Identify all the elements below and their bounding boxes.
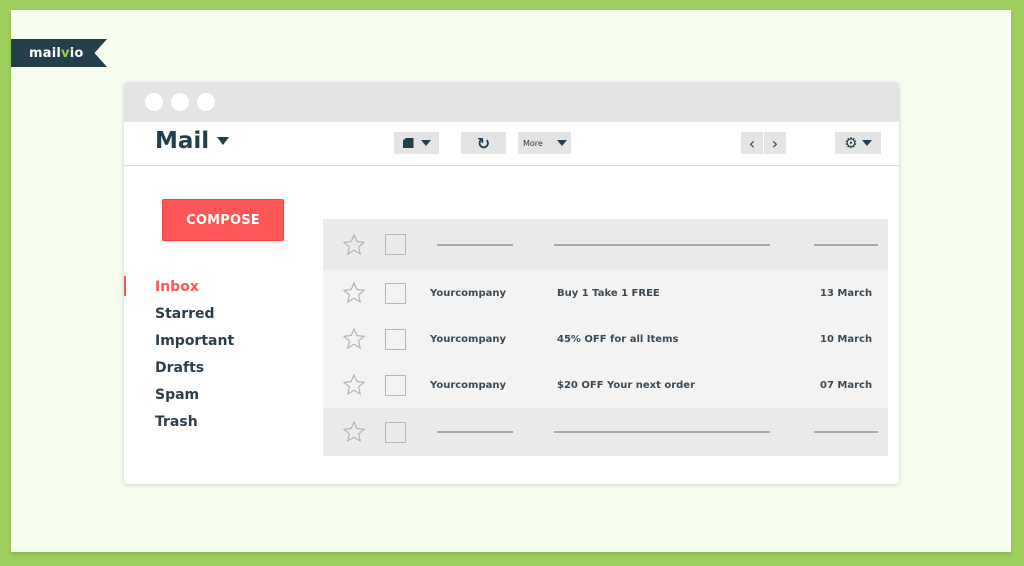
placeholder-line bbox=[554, 431, 770, 433]
chevron-down-icon bbox=[557, 140, 567, 146]
more-label: More bbox=[523, 138, 543, 148]
nav-item-spam[interactable]: Spam bbox=[124, 382, 314, 409]
compose-button[interactable]: COMPOSE bbox=[162, 199, 284, 241]
folder-nav: Inbox Starred Important Drafts Spam Tras… bbox=[124, 274, 314, 436]
select-checkbox[interactable] bbox=[385, 374, 406, 396]
previous-page-button[interactable]: ‹ bbox=[741, 132, 763, 154]
nav-item-trash[interactable]: Trash bbox=[124, 409, 314, 436]
placeholder-line bbox=[554, 243, 770, 246]
email-subject: Buy 1 Take 1 FREE bbox=[557, 287, 660, 299]
window-dot-icon[interactable] bbox=[171, 93, 189, 111]
logo-text: mailvio bbox=[29, 45, 84, 61]
placeholder-line bbox=[437, 243, 513, 246]
window-titlebar bbox=[124, 82, 899, 122]
gear-icon: ⚙ bbox=[844, 134, 858, 152]
email-date: 13 March bbox=[820, 287, 873, 299]
mail-toolbar: Mail ↻ More ‹ › ⚙ bbox=[124, 122, 899, 166]
star-icon[interactable] bbox=[342, 233, 366, 257]
chevron-left-icon: ‹ bbox=[748, 133, 756, 153]
more-dropdown-button[interactable]: More bbox=[518, 132, 571, 154]
chevron-down-icon bbox=[420, 140, 431, 146]
mail-menu-dropdown[interactable]: Mail bbox=[155, 128, 230, 154]
window-dot-icon[interactable] bbox=[197, 93, 215, 111]
placeholder-row bbox=[323, 219, 888, 270]
nav-item-inbox[interactable]: Inbox bbox=[124, 274, 314, 301]
placeholder-row bbox=[323, 408, 888, 456]
star-icon[interactable] bbox=[342, 420, 366, 444]
refresh-button[interactable]: ↻ bbox=[461, 132, 506, 154]
email-sender: Yourcompany bbox=[430, 379, 507, 391]
placeholder-line bbox=[814, 431, 878, 433]
next-page-button[interactable]: › bbox=[764, 132, 786, 154]
folder-dropdown-button[interactable] bbox=[394, 132, 439, 154]
email-date: 07 March bbox=[820, 379, 873, 391]
placeholder-line bbox=[437, 431, 513, 433]
mail-window: Mail ↻ More ‹ › ⚙ COMPOSE Inbox Starred … bbox=[124, 82, 899, 484]
email-row[interactable]: Yourcompany 45% OFF for all Items 10 Mar… bbox=[323, 316, 888, 362]
chevron-right-icon: › bbox=[771, 133, 779, 153]
chevron-down-icon bbox=[217, 137, 230, 145]
email-row[interactable]: Yourcompany $20 OFF Your next order 07 M… bbox=[323, 362, 888, 408]
email-date: 10 March bbox=[820, 333, 873, 345]
email-list: Yourcompany Buy 1 Take 1 FREE 13 March Y… bbox=[323, 219, 888, 456]
email-subject: $20 OFF Your next order bbox=[557, 379, 696, 391]
folder-icon bbox=[402, 138, 414, 148]
select-checkbox[interactable] bbox=[385, 328, 406, 350]
email-row[interactable]: Yourcompany Buy 1 Take 1 FREE 13 March bbox=[323, 270, 888, 316]
email-sender: Yourcompany bbox=[430, 287, 507, 299]
star-icon[interactable] bbox=[342, 327, 366, 351]
nav-item-starred[interactable]: Starred bbox=[124, 301, 314, 328]
placeholder-line bbox=[814, 243, 878, 246]
mail-title: Mail bbox=[155, 128, 210, 154]
window-dot-icon[interactable] bbox=[145, 93, 163, 111]
nav-item-drafts[interactable]: Drafts bbox=[124, 355, 314, 382]
refresh-icon: ↻ bbox=[476, 133, 491, 153]
mailvio-logo: mailvio bbox=[11, 39, 107, 67]
chevron-down-icon bbox=[861, 140, 872, 146]
nav-item-important[interactable]: Important bbox=[124, 328, 314, 355]
star-icon[interactable] bbox=[342, 373, 366, 397]
star-icon[interactable] bbox=[342, 281, 366, 305]
settings-dropdown-button[interactable]: ⚙ bbox=[835, 132, 881, 154]
select-checkbox[interactable] bbox=[385, 234, 406, 255]
email-subject: 45% OFF for all Items bbox=[557, 333, 679, 345]
select-checkbox[interactable] bbox=[385, 421, 406, 443]
email-sender: Yourcompany bbox=[430, 333, 507, 345]
select-checkbox[interactable] bbox=[385, 282, 406, 304]
